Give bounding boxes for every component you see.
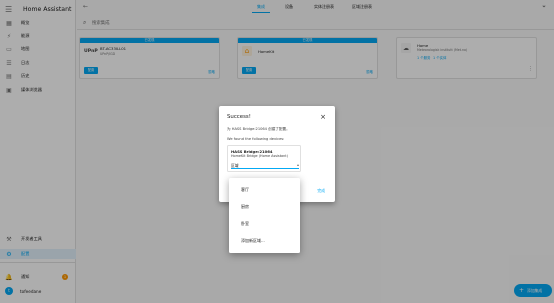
- close-icon[interactable]: ×: [320, 113, 326, 121]
- area-option-living-room[interactable]: 客厅: [241, 187, 249, 193]
- dialog-title: Success!: [227, 114, 251, 120]
- area-option-kitchen[interactable]: 厨房: [241, 204, 249, 210]
- chevron-up-icon: ▴: [296, 162, 299, 167]
- area-option-add-new[interactable]: 添加新区域...: [241, 238, 265, 244]
- dialog-created-text: 为 HASS Bridge:21064 创建了配置。: [227, 127, 290, 131]
- dialog-devices-text: We found the following devices:: [227, 137, 285, 141]
- device-model: HomeKit Bridge (Home Assistant): [231, 154, 288, 158]
- area-select-value: 区域: [231, 163, 239, 168]
- device-entry: HASS Bridge:21064 HomeKit Bridge (Home A…: [227, 145, 301, 172]
- finish-button[interactable]: 完成: [317, 188, 325, 194]
- area-option-bedroom[interactable]: 卧室: [241, 221, 249, 227]
- area-select[interactable]: 区域 ▴: [231, 161, 299, 169]
- area-dropdown-menu: 客厅 厨房 卧室 添加新区域...: [229, 178, 300, 253]
